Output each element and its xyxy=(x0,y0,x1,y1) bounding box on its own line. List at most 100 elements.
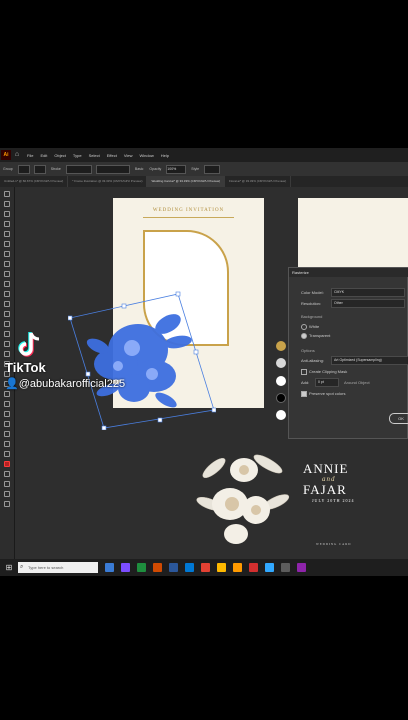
preserve-spot-checkbox[interactable] xyxy=(301,391,307,397)
menu-help[interactable]: Help xyxy=(161,153,169,158)
desktop-screen: Ai ⌂ File Edit Object Type Select Effect… xyxy=(0,148,408,576)
menu-type[interactable]: Type xyxy=(73,153,82,158)
word-icon[interactable] xyxy=(169,563,178,572)
menu-view[interactable]: View xyxy=(124,153,133,158)
excel-icon[interactable] xyxy=(137,563,146,572)
bbox-handle xyxy=(121,303,127,309)
preserve-spot-option[interactable]: Preserve spot colors xyxy=(301,391,345,397)
rectangle-tool-icon[interactable] xyxy=(4,261,10,267)
line-tool-icon[interactable] xyxy=(4,251,10,257)
color-model-select[interactable]: CMYK xyxy=(331,288,405,297)
swatch-light-grey[interactable] xyxy=(276,358,286,368)
bbox-handle xyxy=(175,291,181,297)
swatch-white-2[interactable] xyxy=(276,410,286,420)
scale-tool-icon[interactable] xyxy=(4,311,10,317)
stroke-weight-field[interactable] xyxy=(65,164,92,174)
blue-floral-selection[interactable] xyxy=(68,290,216,430)
swatch-black[interactable] xyxy=(276,393,286,403)
curvature-tool-icon[interactable] xyxy=(4,231,10,237)
app-icon-2[interactable] xyxy=(281,563,290,572)
blend-tool-icon[interactable] xyxy=(4,391,10,397)
draw-mode-icon[interactable] xyxy=(4,481,10,487)
app-icon[interactable] xyxy=(121,563,130,572)
free-transform-tool-icon[interactable] xyxy=(4,331,10,337)
hand-tool-icon[interactable] xyxy=(4,441,10,447)
perspective-grid-tool-icon[interactable] xyxy=(4,351,10,357)
illustrator-icon[interactable] xyxy=(233,563,242,572)
app-icon-3[interactable] xyxy=(297,563,306,572)
file-explorer-icon[interactable] xyxy=(217,563,226,572)
edit-toolbar-icon[interactable] xyxy=(4,501,10,507)
graphic-style-field[interactable] xyxy=(204,164,221,174)
title-divider xyxy=(143,217,234,218)
acrobat-icon[interactable] xyxy=(249,563,258,572)
ok-button[interactable]: OK xyxy=(389,413,408,424)
width-tool-icon[interactable] xyxy=(4,321,10,327)
artboard-tool-icon[interactable] xyxy=(4,421,10,427)
zoom-tool-icon[interactable] xyxy=(4,451,10,457)
edge-icon[interactable] xyxy=(185,563,194,572)
selection-tool-icon[interactable] xyxy=(4,191,10,197)
selection-label: Group xyxy=(3,167,13,171)
bg-white-label: White xyxy=(309,324,320,330)
pencil-tool-icon[interactable] xyxy=(4,281,10,287)
white-floral-artwork[interactable] xyxy=(196,444,296,556)
bbox-handle xyxy=(85,371,91,377)
app-logo[interactable]: Ai xyxy=(1,150,11,160)
swatch-white[interactable] xyxy=(276,376,286,386)
brush-definition-field[interactable] xyxy=(95,164,130,174)
bg-transparent-label: Transparent xyxy=(309,333,331,339)
bg-transparent-option[interactable]: Transparent xyxy=(301,333,330,339)
doc-tab[interactable]: Floral.ai* @ 33.33% (CMYK/GPU Preview) xyxy=(225,176,292,187)
menu-select[interactable]: Select xyxy=(89,153,100,158)
menu-effect[interactable]: Effect xyxy=(107,153,117,158)
doc-tab-active[interactable]: Wedding Card.ai* @ 33.33% (CMYK/GPU Prev… xyxy=(147,176,226,187)
color-mode-icon[interactable] xyxy=(4,471,10,477)
style-label: Basic xyxy=(134,167,144,171)
tiktok-username: 👤@abubakarofficial225 xyxy=(5,377,125,390)
bg-transparent-radio[interactable] xyxy=(301,333,307,339)
slice-tool-icon[interactable] xyxy=(4,431,10,437)
swatch-gold[interactable] xyxy=(276,341,286,351)
resolution-select[interactable]: Other xyxy=(331,299,405,308)
taskbar-search-box[interactable]: Type here to search xyxy=(18,562,98,573)
doc-tab[interactable]: * Frame illustration @ 33.33% (CMYK/GPU … xyxy=(68,176,148,187)
eraser-tool-icon[interactable] xyxy=(4,291,10,297)
windows-taskbar: ⊞ Type here to search xyxy=(0,559,408,576)
add-field[interactable]: 0 pt xyxy=(315,378,339,387)
doc-tab[interactable]: Untitled-1* @ 66.67% (CMYK/GPU Preview) xyxy=(0,176,69,187)
antialias-label: Anti-aliasing: xyxy=(301,358,324,363)
document-tabs: Untitled-1* @ 66.67% (CMYK/GPU Preview) … xyxy=(0,176,408,187)
antialias-select[interactable]: Art Optimized (Supersampling) xyxy=(331,356,408,365)
windows-start-icon[interactable]: ⊞ xyxy=(4,563,14,573)
clipping-mask-checkbox[interactable] xyxy=(301,369,307,375)
powerpoint-icon[interactable] xyxy=(153,563,162,572)
bg-white-option[interactable]: White xyxy=(301,324,319,330)
stroke-swatch[interactable] xyxy=(33,164,46,174)
task-view-icon[interactable] xyxy=(105,563,114,572)
chrome-icon[interactable] xyxy=(201,563,210,572)
magic-wand-tool-icon[interactable] xyxy=(4,211,10,217)
bg-white-radio[interactable] xyxy=(301,324,307,330)
symbol-sprayer-tool-icon[interactable] xyxy=(4,401,10,407)
pen-tool-icon[interactable] xyxy=(4,221,10,227)
paintbrush-tool-icon[interactable] xyxy=(4,271,10,277)
graph-tool-icon[interactable] xyxy=(4,411,10,417)
fill-stroke-icon[interactable] xyxy=(4,461,10,467)
menu-object[interactable]: Object xyxy=(54,153,66,158)
screen-mode-icon[interactable] xyxy=(4,491,10,497)
rotate-tool-icon[interactable] xyxy=(4,301,10,307)
opacity-field[interactable]: 100% xyxy=(166,164,187,174)
artboard-secondary[interactable] xyxy=(298,198,408,270)
home-icon[interactable]: ⌂ xyxy=(13,151,21,159)
clipping-mask-option[interactable]: Create Clipping Mask xyxy=(301,369,347,375)
fill-swatch[interactable] xyxy=(17,164,30,174)
menu-edit[interactable]: Edit xyxy=(40,153,47,158)
photoshop-icon[interactable] xyxy=(265,563,274,572)
color-model-label: Color Model: xyxy=(301,290,324,295)
menu-window[interactable]: Window xyxy=(139,153,153,158)
shape-builder-tool-icon[interactable] xyxy=(4,341,10,347)
direct-selection-tool-icon[interactable] xyxy=(4,201,10,207)
type-tool-icon[interactable] xyxy=(4,241,10,247)
menu-file[interactable]: File xyxy=(27,153,33,158)
